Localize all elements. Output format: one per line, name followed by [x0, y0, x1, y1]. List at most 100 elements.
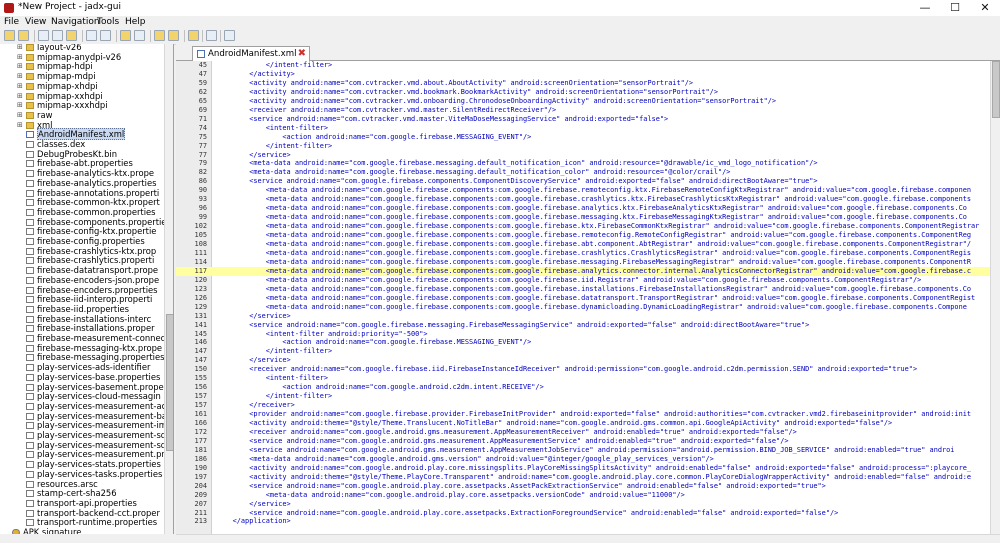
tree-file[interactable]: APK signature — [12, 527, 81, 534]
search-icon[interactable] — [120, 30, 131, 41]
tree-folder[interactable]: ⊞ mipmap-xhdpi — [17, 81, 98, 92]
tree-file[interactable]: transport-backend-cct.proper — [26, 508, 160, 519]
tree-file[interactable]: firebase-iid.properties — [26, 303, 130, 315]
copy-icon[interactable] — [38, 30, 49, 41]
menu-view[interactable]: View — [25, 16, 46, 28]
tree-item-label: firebase-iid.properties — [37, 303, 130, 314]
tree-file[interactable]: play-services-measurement-ba — [26, 411, 167, 422]
tree-file[interactable]: firebase-annotations.properti — [26, 188, 159, 199]
tree-folder[interactable]: ⊞ raw — [17, 110, 52, 121]
file-icon — [26, 208, 34, 216]
tree-folder[interactable]: ⊞ layout-v26 — [17, 44, 82, 53]
code-text: <meta-data android:name="com.google.fire… — [216, 266, 972, 275]
tree-file[interactable]: firebase-messaging.properties — [26, 353, 165, 363]
close-tab-icon[interactable]: ✖ — [298, 47, 306, 61]
project-tree[interactable]: APK signature transport-runtime.propertie… — [0, 44, 174, 534]
tree-scrollbar[interactable] — [164, 44, 173, 534]
tree-file[interactable]: DebugProbesKt.bin — [26, 149, 117, 160]
tree-file[interactable]: stamp-cert-sha256 — [26, 488, 117, 499]
tree-file[interactable]: firebase-datatransport.prope — [26, 265, 158, 276]
expand-toggle-icon[interactable]: ⊞ — [17, 121, 23, 131]
file-icon — [26, 199, 34, 207]
tree-folder[interactable]: ⊞ mipmap-xxhdpi — [17, 91, 103, 102]
forward-icon[interactable] — [168, 30, 179, 41]
tree-folder[interactable]: ⊞ mipmap-hdpi — [17, 62, 93, 72]
tree-file[interactable]: firebase-measurement-connect — [26, 333, 169, 344]
code-editor[interactable]: 45 </intent-filter> 47 </activity> 59 <act… — [176, 61, 990, 534]
tree-file[interactable]: classes.dex — [26, 139, 86, 150]
title-bar: *New Project - jadx-gui — ☐ ✕ — [0, 0, 1000, 16]
tree-file[interactable]: firebase-installations-interc — [26, 314, 151, 325]
tree-file[interactable]: play-services-tasks.properties — [26, 469, 162, 480]
tree-file[interactable]: firebase-common-ktx.propert — [26, 197, 160, 208]
tree-scrollbar-thumb[interactable] — [166, 313, 173, 451]
tree-folder[interactable]: ⊞ xml — [17, 120, 52, 131]
tree-file[interactable]: resources.arsc — [26, 479, 98, 490]
tree-file[interactable]: firebase-installations.proper — [26, 323, 155, 334]
back-icon[interactable] — [154, 30, 165, 41]
tree-file[interactable]: play-services-cloud-messagin — [26, 391, 161, 402]
expand-toggle-icon[interactable]: ⊞ — [17, 62, 23, 72]
expand-toggle-icon[interactable]: ⊞ — [17, 82, 23, 92]
tree-file[interactable]: firebase-components.propertie — [26, 217, 166, 228]
tree-file[interactable]: play-services-ads-identifier — [26, 362, 150, 373]
save-all-icon[interactable] — [52, 30, 63, 41]
tree-file[interactable]: firebase-analytics.properties — [26, 178, 157, 189]
open-folder-icon[interactable] — [4, 30, 15, 41]
tree-folder[interactable]: ⊞ mipmap-xxxhdpi — [17, 100, 108, 111]
menu-help[interactable]: Help — [125, 16, 146, 28]
minimize-button[interactable]: — — [910, 0, 940, 16]
expand-toggle-icon[interactable]: ⊞ — [17, 53, 23, 63]
tree-file[interactable]: firebase-encoders.properties — [26, 285, 158, 296]
tree-file[interactable]: transport-api.properties — [26, 498, 137, 509]
tree-file[interactable]: firebase-crashlytics.properti — [26, 256, 154, 266]
tree-file[interactable]: play-services-stats.properties — [26, 459, 161, 470]
find-class-icon[interactable] — [134, 30, 145, 41]
tree-folder[interactable]: ⊞ mipmap-anydpi-v26 — [17, 52, 121, 63]
flatten-icon[interactable] — [100, 30, 111, 41]
editor-vertical-scrollbar[interactable] — [990, 61, 1000, 534]
expand-toggle-icon[interactable]: ⊞ — [17, 111, 23, 121]
tree-file[interactable]: play-services-basement.prope — [26, 382, 164, 393]
tree-file[interactable]: firebase-encoders-json.prope — [26, 275, 159, 286]
tree-file[interactable]: firebase-config-ktx.propertie — [26, 226, 156, 237]
tree-folder[interactable]: ⊞ mipmap-mdpi — [17, 71, 96, 82]
tree-file[interactable]: AndroidManifest.xml — [26, 128, 126, 141]
line-number: 108 — [194, 240, 207, 248]
sync-icon[interactable] — [86, 30, 97, 41]
tree-file[interactable]: firebase-analytics-ktx.prope — [26, 168, 154, 179]
file-icon — [26, 296, 34, 304]
expand-toggle-icon[interactable]: ⊞ — [17, 92, 23, 102]
tree-file[interactable]: firebase-iid-interop.properti — [26, 294, 152, 305]
tree-file[interactable]: firebase-common.properties — [26, 207, 156, 218]
log-icon[interactable] — [206, 30, 217, 41]
expand-toggle-icon[interactable]: ⊞ — [17, 72, 23, 82]
tree-file[interactable]: play-services-base.properties — [26, 372, 160, 383]
tree-file[interactable]: transport-runtime.properties — [26, 517, 157, 528]
save-icon[interactable] — [18, 30, 29, 41]
close-window-button[interactable]: ✕ — [970, 0, 1000, 16]
tree-file[interactable]: firebase-crashlytics-ktx.prop — [26, 246, 156, 257]
code-line: 102 <meta-data android:name="com.google.… — [176, 222, 990, 231]
tree-file[interactable]: firebase-abt.properties — [26, 159, 133, 169]
expand-toggle-icon[interactable]: ⊞ — [17, 101, 23, 111]
tree-file[interactable]: firebase-config.properties — [26, 236, 145, 247]
tree-file[interactable]: play-services-measurement-ac — [26, 401, 166, 412]
tree-file[interactable]: play-services-measurement.pro — [26, 450, 170, 460]
tree-item-label: classes.dex — [37, 139, 86, 149]
tree-file[interactable]: play-services-measurement-imp — [26, 420, 172, 431]
editor-scrollbar-thumb[interactable] — [992, 61, 1000, 118]
expand-toggle-icon[interactable]: ⊞ — [17, 44, 23, 53]
maximize-button[interactable]: ☐ — [940, 0, 970, 16]
tree-file[interactable]: play-services-measurement-sd — [26, 430, 166, 441]
tab-androidmanifest[interactable]: AndroidManifest.xml ✖ — [192, 46, 310, 61]
menu-file[interactable]: File — [4, 16, 19, 28]
menu-navigation[interactable]: Navigation — [51, 16, 100, 28]
home-icon[interactable] — [188, 30, 199, 41]
menu-tools[interactable]: Tools — [97, 16, 119, 28]
file-icon — [26, 490, 34, 498]
tree-file[interactable]: play-services-measurement-sdk — [26, 440, 171, 451]
export-icon[interactable] — [66, 30, 77, 41]
tree-file[interactable]: firebase-messaging-ktx.prope — [26, 343, 162, 354]
settings-icon[interactable] — [224, 30, 235, 41]
